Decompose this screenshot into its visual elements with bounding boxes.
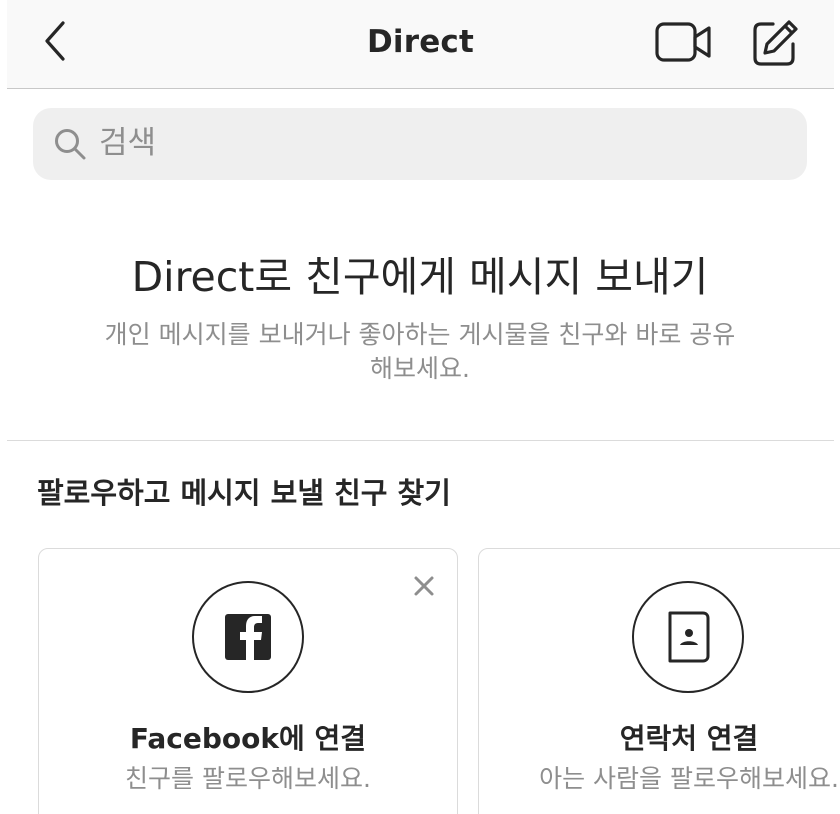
empty-state-subtitle: 개인 메시지를 보내거나 좋아하는 게시물을 친구와 바로 공유해보세요.: [104, 320, 736, 383]
card-subtitle: 아는 사람을 팔로우해보세요.: [539, 764, 839, 793]
dismiss-button[interactable]: [410, 572, 438, 600]
direct-screen: Direct Direct로 친구에게 메시지 보내기 개인 메시지를 보내거나…: [0, 0, 840, 814]
search-input[interactable]: [99, 120, 779, 166]
contacts-icon-circle: [632, 581, 744, 693]
card-title: 연락처 연결: [619, 722, 759, 755]
video-camera-icon: [655, 22, 711, 62]
divider: [7, 440, 834, 441]
empty-state-title: Direct로 친구에게 메시지 보내기: [131, 253, 709, 301]
facebook-icon-circle: [192, 581, 304, 693]
connect-facebook-card[interactable]: Facebook에 연결 친구를 팔로우해보세요.: [38, 548, 458, 814]
facebook-icon: [225, 614, 271, 660]
compose-button[interactable]: [747, 16, 801, 70]
card-title: Facebook에 연결: [129, 722, 367, 755]
compose-icon: [753, 20, 798, 66]
video-call-button[interactable]: [655, 18, 713, 66]
card-subtitle: 친구를 팔로우해보세요.: [125, 764, 371, 793]
connect-contacts-card[interactable]: 연락처 연결 아는 사람을 팔로우해보세요.: [478, 548, 840, 814]
search-icon: [55, 129, 86, 160]
search-bar[interactable]: [33, 108, 807, 180]
contacts-icon: [668, 611, 710, 663]
close-icon: [414, 576, 434, 596]
header: Direct: [7, 0, 834, 89]
section-title: 팔로우하고 메시지 보낼 친구 찾기: [37, 476, 451, 510]
